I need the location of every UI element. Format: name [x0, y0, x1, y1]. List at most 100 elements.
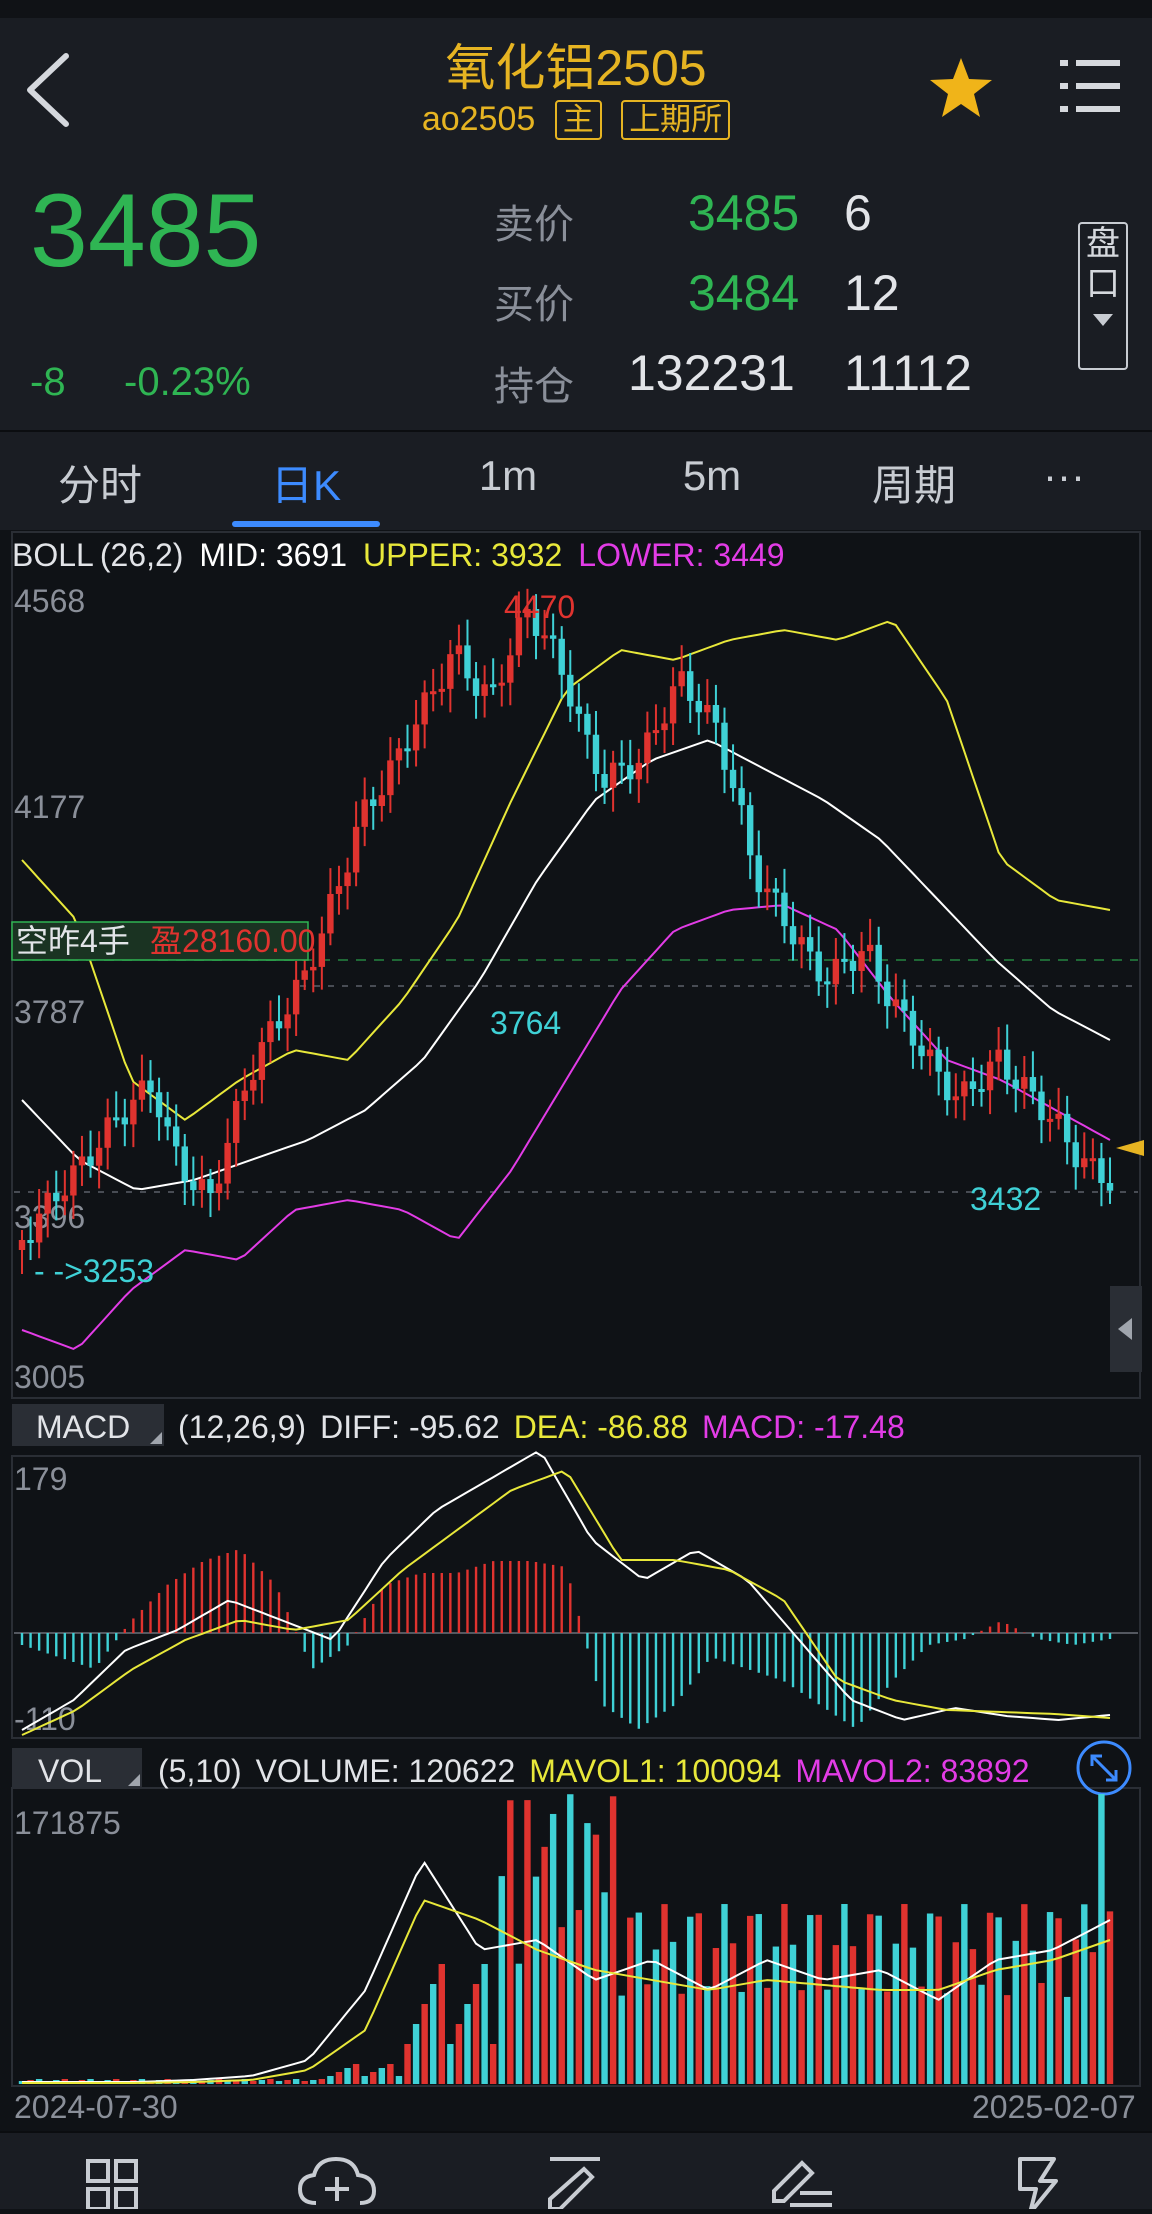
vol-mavol1: MAVOL1: 100094: [529, 1753, 781, 1789]
volume-bar: [721, 1904, 728, 2084]
candle-body: [472, 678, 480, 696]
volume-bar: [772, 1946, 780, 2084]
volume-bar: [275, 2081, 283, 2084]
candle-body: [113, 1117, 120, 1121]
pen-icon[interactable]: [548, 2157, 600, 2211]
candle-body: [1012, 1079, 1019, 1089]
volume-bar: [301, 2081, 308, 2084]
volume-bar: [1055, 1918, 1062, 2084]
candle-body: [130, 1099, 137, 1125]
macd-name: MACD: [36, 1409, 130, 1445]
candle-body: [1072, 1142, 1079, 1168]
tab-daily-k[interactable]: 日K: [246, 452, 366, 513]
candle-body: [841, 958, 848, 962]
candle-body: [464, 645, 471, 679]
candle-body: [961, 1081, 968, 1097]
grid-icon[interactable]: [86, 2159, 138, 2211]
candle-body: [61, 1195, 69, 1202]
candle-body: [1021, 1077, 1028, 1089]
tab-period[interactable]: 周期: [854, 452, 974, 513]
edit-list-icon[interactable]: [772, 2160, 832, 2207]
favorite-star-icon[interactable]: [928, 56, 994, 120]
volume-bar: [609, 1796, 617, 2084]
candle-body: [729, 769, 737, 789]
candle-body: [198, 1179, 206, 1191]
volume-bar: [267, 2079, 274, 2084]
candle-body: [884, 981, 891, 1007]
volume-bar: [327, 2076, 334, 2084]
boll-panel-frame: [11, 531, 1141, 1399]
scroll-left-button[interactable]: [1110, 1286, 1142, 1372]
volume-bar: [918, 1986, 925, 2084]
candle-body: [712, 704, 720, 723]
candle-body: [798, 937, 805, 945]
candle-body: [78, 1156, 86, 1166]
candle-body: [53, 1192, 60, 1202]
volume-bar: [1089, 1952, 1097, 2084]
vol-y-top: 171875: [14, 1805, 121, 1841]
candle-body: [387, 760, 394, 796]
y-tick-5: 3005: [14, 1359, 85, 1395]
candle-body: [181, 1146, 188, 1182]
candle-body: [738, 788, 745, 806]
volume-bar: [695, 1913, 702, 2084]
candle-body: [498, 682, 505, 686]
volume-bar: [901, 1904, 908, 2084]
fullscreen-button[interactable]: [1076, 1740, 1132, 1796]
tab-more[interactable]: ···: [1024, 452, 1104, 500]
candle-body: [447, 654, 454, 689]
cloud-add-icon[interactable]: [297, 2156, 377, 2205]
candle-body: [241, 1090, 248, 1102]
volume-bar: [352, 2064, 360, 2084]
candle-body: [567, 674, 574, 707]
price-change-percent: -0.23%: [124, 360, 251, 404]
candle-body: [318, 933, 326, 967]
volume-bar: [361, 2076, 368, 2084]
kline-chart[interactable]: BOLL (26,2) MID: 3691 UPPER: 3932 LOWER: 344…: [0, 530, 1152, 2130]
candle-body: [618, 762, 625, 766]
candle-body: [926, 1049, 934, 1057]
volume-bar: [789, 1944, 797, 2084]
volume-bar: [395, 2076, 403, 2084]
volume-bar: [1021, 1904, 1028, 2084]
candle-body: [412, 724, 420, 751]
volume-bar: [344, 2068, 351, 2084]
position-profit: 盈28160.00: [150, 923, 315, 959]
bid-volume: 12: [844, 265, 900, 321]
candle-body: [892, 999, 900, 1007]
last-price: 3485: [30, 173, 262, 289]
macd-y-top: 179: [14, 1461, 67, 1497]
volume-bar: [961, 1904, 968, 2084]
volume-bar: [661, 1904, 668, 2084]
volume-bar: [1029, 1950, 1037, 2084]
candle-body: [44, 1192, 51, 1214]
candle-body: [549, 635, 557, 639]
candle-body: [421, 692, 428, 725]
volume-bar: [541, 1846, 548, 2084]
candle-body: [207, 1179, 214, 1194]
candle-body: [1089, 1158, 1097, 1162]
tab-1m[interactable]: 1m: [448, 452, 568, 500]
candle-body: [901, 999, 908, 1011]
volume-bar: [884, 1991, 891, 2084]
volume-bar: [489, 2044, 497, 2084]
date-end: 2025-02-07: [972, 2089, 1136, 2125]
volume-bar: [755, 1914, 762, 2084]
volume-bar: [858, 1988, 865, 2084]
candle-body: [361, 799, 368, 827]
lightning-icon[interactable]: [1018, 2157, 1058, 2214]
main-contract-badge: 主: [554, 100, 602, 140]
macd-value: MACD: -17.48: [702, 1409, 905, 1445]
volume-bar: [387, 2064, 394, 2084]
candle-body: [224, 1142, 231, 1184]
candle-body: [507, 655, 514, 683]
macd-diff: DIFF: -95.62: [320, 1409, 500, 1445]
menu-list-icon[interactable]: [1060, 58, 1120, 114]
tab-5m[interactable]: 5m: [652, 452, 772, 500]
order-book-button[interactable]: 盘 口: [1078, 222, 1128, 370]
tab-timeshare[interactable]: 分时: [40, 452, 160, 513]
candle-body: [35, 1213, 43, 1243]
candle-body: [695, 700, 702, 713]
open-interest-change: 11112: [844, 345, 972, 401]
volume-bar: [592, 1834, 600, 2084]
